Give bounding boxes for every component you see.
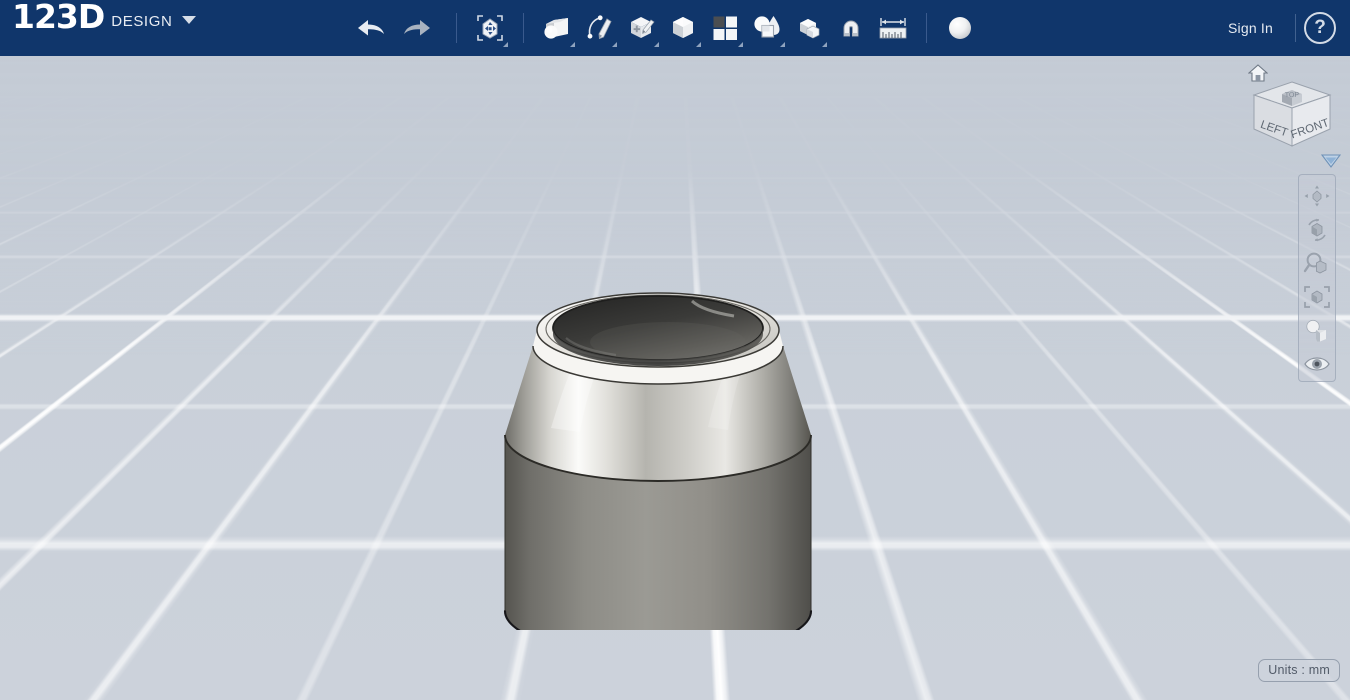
sign-in-button[interactable]: Sign In <box>1214 14 1287 42</box>
logo-secondary-text: DESIGN <box>111 13 173 30</box>
help-question-icon: ? <box>1314 17 1326 38</box>
compass-icon[interactable] <box>1320 151 1342 169</box>
toolbar-divider <box>926 13 927 43</box>
construct-cube-icon <box>631 17 655 38</box>
measure-ruler-icon <box>879 18 907 39</box>
view-cube[interactable]: TOP LEFT FRONT <box>1242 60 1342 168</box>
combine-boolean-icon <box>754 16 780 38</box>
app-root: 123D DESIGN Sign In ? TOP LEFT FRONT Uni… <box>0 0 1350 700</box>
material-sphere-icon <box>949 17 971 39</box>
snap-button[interactable] <box>830 6 872 50</box>
sketch-button[interactable] <box>578 6 620 50</box>
logo-primary-text: 123D <box>12 0 105 36</box>
model-geometry <box>486 292 830 684</box>
chevron-down-icon <box>738 42 743 47</box>
units-button[interactable]: Units : mm <box>1258 659 1340 682</box>
primitives-button[interactable] <box>536 6 578 50</box>
chevron-down-icon <box>503 42 508 47</box>
chevron-down-icon <box>696 42 701 47</box>
zoom-magnifier-icon <box>1303 252 1327 274</box>
pattern-grid-icon <box>713 16 737 40</box>
undo-arrow-icon <box>358 20 384 36</box>
modify-cube-icon <box>673 17 693 38</box>
redo-arrow-icon <box>404 20 430 36</box>
fit-to-window-icon <box>1304 285 1330 308</box>
app-logo-menu[interactable]: 123D DESIGN <box>0 0 197 56</box>
orbit-icon <box>1308 218 1326 241</box>
chevron-down-icon <box>182 16 197 24</box>
eye-icon <box>1304 357 1330 371</box>
navigation-toolbar <box>1298 174 1336 382</box>
header-divider <box>1295 14 1296 42</box>
toolbar-divider <box>523 13 524 43</box>
header-right-cluster: Sign In ? <box>1214 0 1350 56</box>
construct-button[interactable] <box>620 6 662 50</box>
chevron-down-icon <box>612 42 617 47</box>
fit-button[interactable] <box>1300 280 1334 314</box>
material-button[interactable] <box>939 6 981 50</box>
group-button[interactable] <box>788 6 830 50</box>
app-header: 123D DESIGN Sign In ? <box>0 0 1350 56</box>
snap-magnet-icon <box>843 20 859 37</box>
display-button[interactable] <box>1300 314 1334 348</box>
toolbar-divider <box>456 13 457 43</box>
view-cube-control[interactable]: TOP LEFT FRONT <box>1246 76 1338 154</box>
display-shading-icon <box>1306 319 1326 342</box>
chevron-down-icon <box>654 42 659 47</box>
modify-button[interactable] <box>662 6 704 50</box>
pattern-button[interactable] <box>704 6 746 50</box>
pan-button[interactable] <box>1300 179 1334 213</box>
main-toolbar <box>344 0 981 56</box>
transform-move-icon <box>477 15 503 41</box>
help-button[interactable]: ? <box>1304 12 1336 44</box>
chevron-down-icon <box>570 42 575 47</box>
orbit-button[interactable] <box>1300 213 1334 247</box>
group-blocks-icon <box>800 19 820 39</box>
3d-viewport[interactable]: TOP LEFT FRONT Units: mm <box>0 56 1350 700</box>
view-settings-button[interactable] <box>1300 347 1334 381</box>
combine-button[interactable] <box>746 6 788 50</box>
redo-button[interactable] <box>394 6 444 50</box>
measure-button[interactable] <box>872 6 914 50</box>
model-cylindrical-bushing[interactable] <box>486 250 830 684</box>
chevron-down-icon <box>822 42 827 47</box>
primitives-icon <box>544 18 568 39</box>
transform-button[interactable] <box>469 6 511 50</box>
cube-face-label-top: TOP <box>1285 92 1300 100</box>
sketch-pencil-icon <box>587 15 612 40</box>
chevron-down-icon <box>780 42 785 47</box>
zoom-button[interactable] <box>1300 246 1334 280</box>
pan-icon <box>1304 185 1330 207</box>
undo-button[interactable] <box>344 6 394 50</box>
